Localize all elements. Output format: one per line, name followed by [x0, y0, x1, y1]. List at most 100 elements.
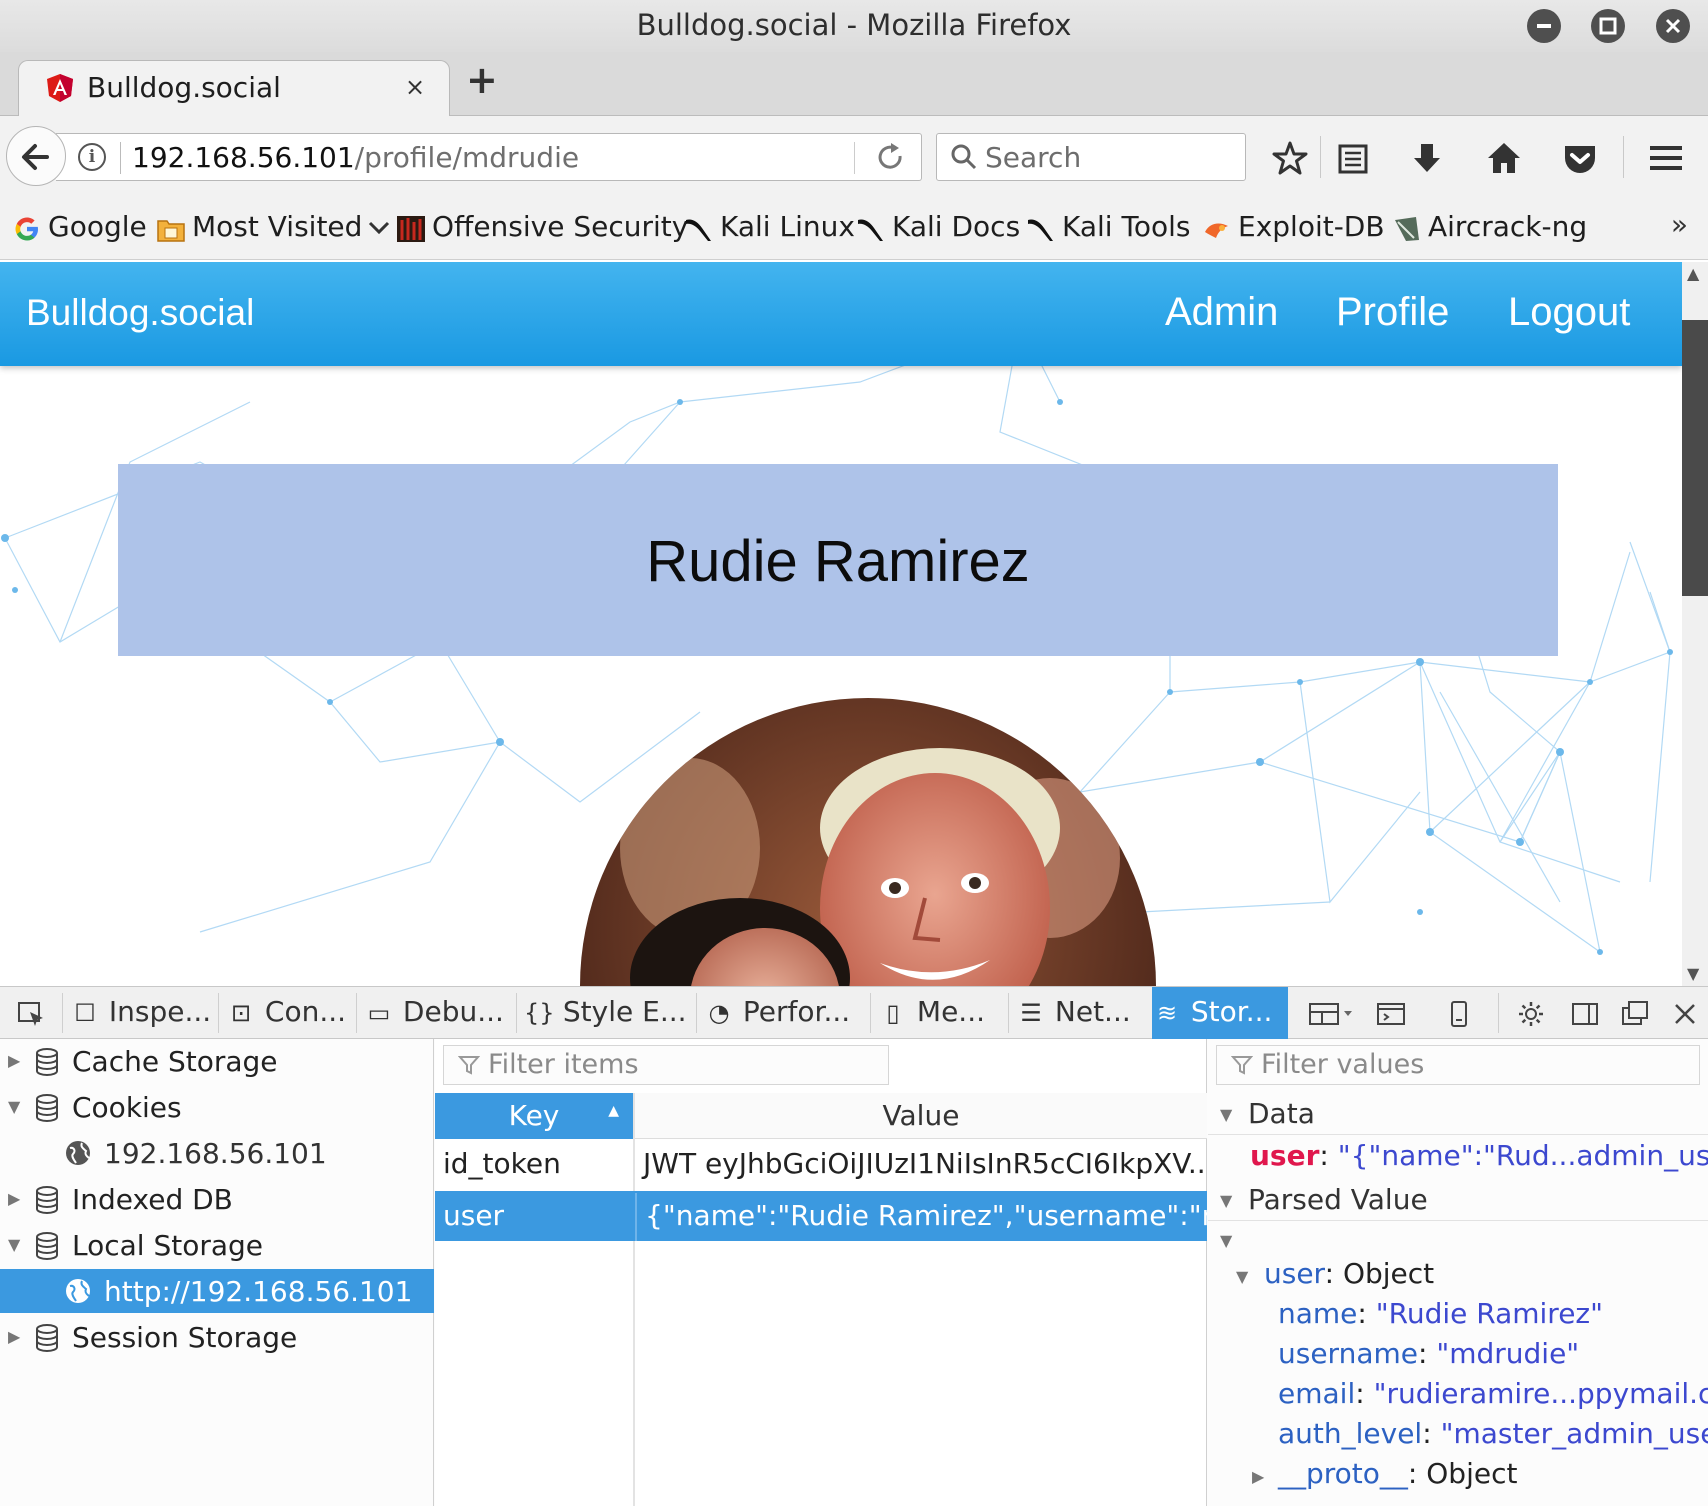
kali-dragon-icon	[686, 219, 711, 241]
property-row[interactable]: name: "Rudie Ramirez"	[1278, 1297, 1603, 1330]
new-tab-button[interactable]: +	[466, 58, 498, 102]
filter-values-input[interactable]: Filter values	[1216, 1045, 1700, 1085]
proto-type: Object	[1426, 1457, 1518, 1490]
bookmarks-overflow-button[interactable]: »	[1671, 208, 1688, 241]
collapse-arrow-icon[interactable]: ▼	[8, 1097, 20, 1116]
url-text[interactable]: 192.168.56.101/profile/mdrudie	[132, 141, 579, 174]
database-icon	[36, 1048, 58, 1076]
expand-arrow-icon[interactable]: ▶	[8, 1189, 20, 1208]
devtools-tab-memory[interactable]: ▯ Me...	[878, 987, 1002, 1039]
page-scrollbar[interactable]: ▲ ▼	[1682, 262, 1708, 986]
reload-icon[interactable]	[874, 138, 908, 178]
devtools-tab-label: Perfor...	[742, 995, 851, 1028]
devtools-tab-console[interactable]: ⊡ Con...	[226, 987, 346, 1039]
collapse-arrow-icon[interactable]: ▼	[1220, 1191, 1232, 1210]
bookmark-offensive-security[interactable]: Offensive Security	[432, 210, 688, 243]
devtools-tab-performance[interactable]: ◔ Perfor...	[704, 987, 864, 1039]
scratchpad-icon[interactable]	[1376, 999, 1406, 1029]
site-navbar: Bulldog.social Admin Profile Logout	[0, 262, 1682, 366]
tab-close-button[interactable]: ×	[405, 73, 425, 101]
table-row-value[interactable]: {"name":"Rudie Ramirez","username":"md..…	[635, 1193, 1207, 1241]
close-devtools-icon[interactable]	[1670, 999, 1700, 1029]
column-header-key[interactable]: Key ▲	[435, 1093, 633, 1139]
bookmark-aircrack-ng[interactable]: Aircrack-ng	[1428, 210, 1587, 243]
tree-item-session-storage[interactable]: ▶ Session Storage	[0, 1315, 434, 1359]
proto-node[interactable]: __proto__: Object	[1278, 1457, 1517, 1490]
bookmarks-menu-icon[interactable]	[1333, 138, 1373, 178]
downloads-icon[interactable]	[1407, 138, 1447, 178]
hamburger-menu-icon[interactable]	[1646, 138, 1686, 178]
tree-item-cache-storage[interactable]: ▶ Cache Storage	[0, 1039, 434, 1083]
scrollbar-thumb[interactable]	[1682, 320, 1708, 596]
tree-item-local-storage[interactable]: ▼ Local Storage	[0, 1223, 434, 1267]
devtools-tab-inspector[interactable]: ☐ Inspe...	[70, 987, 216, 1039]
tree-item-cookies-host[interactable]: 192.168.56.101	[0, 1131, 434, 1175]
back-button[interactable]	[6, 126, 66, 186]
bookmark-kali-linux[interactable]: Kali Linux	[720, 210, 855, 243]
scroll-down-icon[interactable]: ▼	[1687, 964, 1699, 983]
column-header-value[interactable]: Value	[635, 1093, 1207, 1139]
filter-items-input[interactable]: Filter items	[443, 1045, 889, 1085]
search-bar[interactable]: Search	[936, 133, 1246, 181]
property-key: name	[1278, 1297, 1358, 1330]
data-section-header[interactable]: ▼ Data	[1208, 1095, 1708, 1135]
bookmark-exploit-db[interactable]: Exploit-DB	[1238, 210, 1385, 243]
property-row[interactable]: email: "rudieramire...ppymail.com"	[1278, 1377, 1708, 1410]
nav-logout-link[interactable]: Logout	[1508, 290, 1630, 335]
scroll-up-icon[interactable]: ▲	[1687, 264, 1699, 283]
collapse-arrow-icon[interactable]: ▼	[8, 1235, 20, 1254]
bookmark-kali-tools[interactable]: Kali Tools	[1062, 210, 1190, 243]
expand-arrow-icon[interactable]: ▶	[8, 1051, 20, 1070]
tree-item-local-storage-origin[interactable]: http://192.168.56.101	[0, 1269, 434, 1313]
url-bar[interactable]: i 192.168.56.101/profile/mdrudie	[56, 133, 922, 181]
aircrack-icon	[1395, 217, 1419, 241]
parsed-root-collapse-icon[interactable]: ▼	[1220, 1231, 1232, 1250]
devtools-tab-storage[interactable]: ≋ Stor...	[1152, 987, 1288, 1039]
site-info-icon[interactable]: i	[78, 143, 106, 171]
bookmark-star-icon[interactable]	[1270, 138, 1310, 178]
collapse-arrow-icon[interactable]: ▼	[1220, 1105, 1232, 1124]
table-row-key[interactable]: id_token	[435, 1141, 633, 1189]
browser-tab[interactable]: Bulldog.social ×	[18, 60, 450, 117]
responsive-layout-icon[interactable]	[1308, 999, 1356, 1029]
toolbar-divider	[1320, 136, 1321, 178]
bookmark-google[interactable]: Google	[48, 210, 147, 243]
dock-side-icon[interactable]	[1570, 999, 1600, 1029]
devtools-tab-style-editor[interactable]: {} Style E...	[524, 987, 687, 1039]
devtools-divider	[516, 993, 517, 1033]
page-viewport: Bulldog.social Admin Profile Logout Rudi…	[0, 262, 1682, 986]
nav-admin-link[interactable]: Admin	[1165, 290, 1278, 335]
table-row-key[interactable]: user	[435, 1193, 633, 1241]
bookmark-kali-docs[interactable]: Kali Docs	[892, 210, 1020, 243]
minimize-button[interactable]	[1527, 9, 1561, 43]
tree-item-indexed-db[interactable]: ▶ Indexed DB	[0, 1177, 434, 1221]
pocket-icon[interactable]	[1560, 138, 1600, 178]
storage-table-pane: Filter items Key ▲ Value id_token JWT eyJ…	[435, 1039, 1207, 1506]
table-row-value[interactable]: JWT eyJhbGciOiJIUzI1NiIsInR5cCI6IkpXV...	[635, 1141, 1207, 1189]
devtools-tab-debugger[interactable]: ▭ Debu...	[364, 987, 504, 1039]
home-icon[interactable]	[1484, 138, 1524, 178]
expand-arrow-icon[interactable]: ▶	[8, 1327, 20, 1346]
globe-icon	[66, 1279, 90, 1303]
element-picker-icon[interactable]	[16, 999, 46, 1029]
bookmarks-toolbar: Google Most Visited Offensive Security K…	[0, 196, 1708, 260]
tree-item-cookies[interactable]: ▼ Cookies	[0, 1085, 434, 1129]
data-entry[interactable]: user: "{"name":"Rud...admin_user"}"	[1250, 1139, 1708, 1172]
data-value: "{"name":"Rud...admin_user"}"	[1337, 1139, 1708, 1172]
maximize-button[interactable]	[1591, 9, 1625, 43]
site-brand-link[interactable]: Bulldog.social	[26, 292, 254, 334]
close-window-button[interactable]	[1656, 9, 1690, 43]
bookmark-most-visited[interactable]: Most Visited	[192, 210, 392, 243]
expand-arrow-icon[interactable]: ▶	[1252, 1467, 1264, 1486]
property-row[interactable]: username: "mdrudie"	[1278, 1337, 1579, 1370]
property-row[interactable]: auth_level: "master_admin_user"	[1278, 1417, 1708, 1450]
devtools-tab-network[interactable]: ☰ Net...	[1016, 987, 1148, 1039]
nav-profile-link[interactable]: Profile	[1336, 290, 1449, 335]
separate-window-icon[interactable]	[1620, 999, 1650, 1029]
settings-gear-icon[interactable]	[1516, 999, 1546, 1029]
user-object-collapse-icon[interactable]: ▼	[1236, 1267, 1248, 1286]
user-object-node[interactable]: user: Object	[1264, 1257, 1434, 1290]
parsed-value-section-header[interactable]: ▼ Parsed Value	[1208, 1181, 1708, 1221]
property-key: email	[1278, 1377, 1356, 1410]
responsive-design-mode-icon[interactable]	[1444, 999, 1474, 1029]
